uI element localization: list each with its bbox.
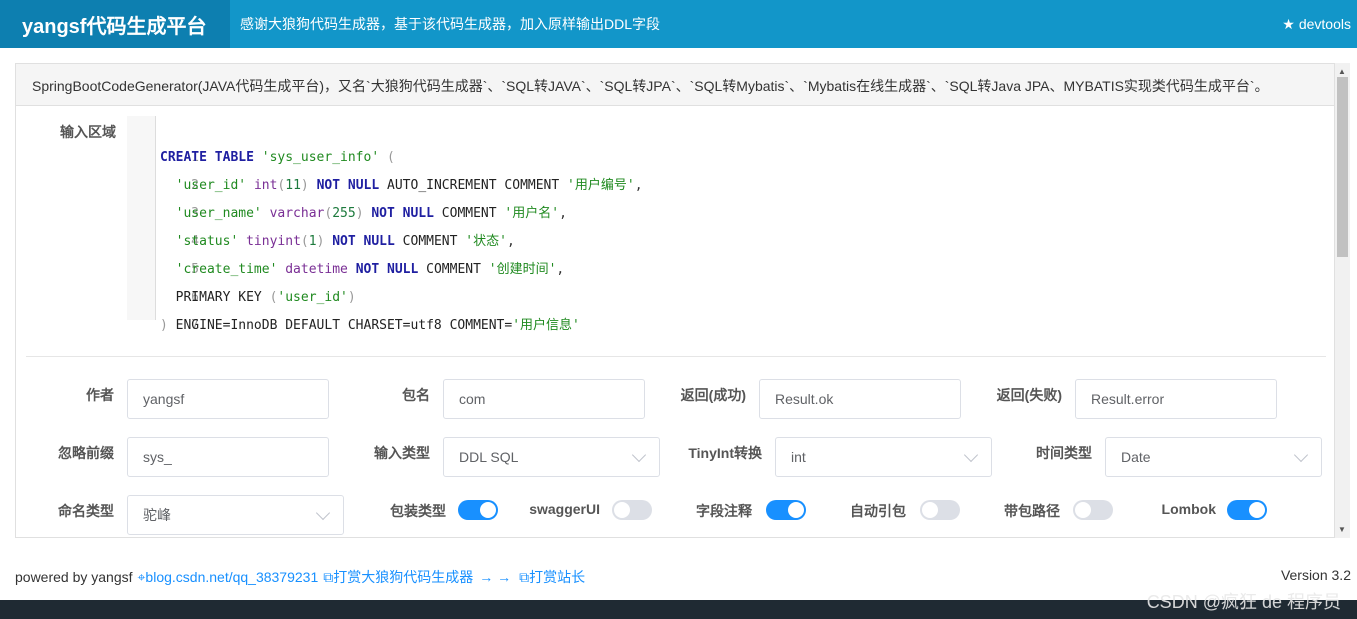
header-description: 感谢大狼狗代码生成器，基于该代码生成器，加入原样输出DDL字段: [240, 16, 661, 32]
code-line: 4 'status' tinyint(1) NOT NULL COMMENT '…: [175, 234, 515, 249]
package-path-label: 带包路径: [1004, 503, 1060, 519]
devtools-link[interactable]: ★ devtools: [1282, 16, 1351, 33]
package-path-toggle[interactable]: [1073, 500, 1113, 520]
scroll-thumb[interactable]: [1337, 77, 1348, 257]
author-input[interactable]: yangsf: [127, 379, 329, 419]
return-fail-label: 返回(失败): [996, 387, 1062, 403]
brand-title[interactable]: yangsf代码生成平台: [0, 0, 230, 48]
image-icon: ⧉: [323, 568, 334, 585]
lombok-toggle[interactable]: [1227, 500, 1267, 520]
watermark-text: CSDN @疯狂 de 程序员: [1146, 592, 1341, 612]
code-line: 1 CREATE TABLE 'sys_user_info' (: [160, 150, 395, 165]
code-line: 6 PRIMARY KEY ('user_id'): [175, 290, 356, 305]
tinyint-select[interactable]: int: [775, 437, 992, 477]
top-header: yangsf代码生成平台 感谢大狼狗代码生成器，基于该代码生成器，加入原样输出D…: [0, 0, 1357, 48]
blog-link[interactable]: blog.csdn.net/qq_38379231: [145, 569, 318, 585]
auto-import-label: 自动引包: [850, 503, 906, 519]
reward-owner-link[interactable]: 打赏站长: [529, 567, 585, 587]
return-success-label: 返回(成功): [680, 387, 746, 403]
field-comment-toggle[interactable]: [766, 500, 806, 520]
chevron-down-icon: [315, 505, 331, 520]
author-label: 作者: [86, 387, 114, 403]
auto-import-toggle[interactable]: [920, 500, 960, 520]
star-icon: ★: [1282, 15, 1295, 32]
time-type-select[interactable]: Date: [1105, 437, 1322, 477]
package-label: 包名: [402, 387, 430, 403]
field-comment-label: 字段注释: [696, 503, 752, 519]
package-input[interactable]: com: [443, 379, 645, 419]
scroll-up-icon[interactable]: ▲: [1338, 67, 1346, 76]
wrapper-type-label: 包装类型: [390, 503, 446, 519]
naming-type-label: 命名类型: [58, 503, 114, 519]
section-divider: [26, 356, 1326, 357]
naming-type-select[interactable]: 驼峰: [127, 495, 344, 535]
code-line: 7) ENGINE=InnoDB DEFAULT CHARSET=utf8 CO…: [160, 318, 580, 333]
ignore-prefix-input[interactable]: sys_: [127, 437, 329, 477]
ignore-prefix-label: 忽略前缀: [58, 445, 114, 461]
reward-dog-link[interactable]: 打赏大狼狗代码生成器: [333, 567, 473, 587]
main-panel: SpringBootCodeGenerator(JAVA代码生成平台)，又名`大…: [15, 63, 1335, 538]
chevron-down-icon: [631, 447, 647, 462]
powered-by-text: powered by yangsf: [15, 569, 133, 585]
code-line: 3 'user_name' varchar(255) NOT NULL COMM…: [175, 206, 567, 221]
return-fail-input[interactable]: Result.error: [1075, 379, 1277, 419]
chevron-down-icon: [1293, 447, 1309, 462]
code-line: 2 'user_id' int(11) NOT NULL AUTO_INCREM…: [175, 178, 643, 193]
swagger-label: swaggerUI: [529, 501, 600, 517]
location-pin-icon: ⌖: [137, 568, 146, 585]
chevron-down-icon: [963, 447, 979, 462]
time-type-label: 时间类型: [1036, 445, 1092, 461]
arrows-text: → →: [479, 569, 512, 585]
input-type-select[interactable]: DDL SQL: [443, 437, 660, 477]
image-icon: ⧉: [519, 568, 530, 585]
sql-code-editor[interactable]: 1 CREATE TABLE 'sys_user_info' ( 2 'user_…: [127, 116, 1317, 333]
devtools-label: devtools: [1298, 16, 1351, 32]
panel-intro: SpringBootCodeGenerator(JAVA代码生成平台)，又名`大…: [16, 64, 1334, 106]
tinyint-label: TinyInt转换: [688, 445, 762, 461]
return-success-input[interactable]: Result.ok: [759, 379, 961, 419]
code-line: 5 'create_time' datetime NOT NULL COMMEN…: [175, 262, 565, 277]
swagger-toggle[interactable]: [612, 500, 652, 520]
input-type-label: 输入类型: [374, 445, 430, 461]
version-text: Version 3.2: [1280, 567, 1351, 583]
wrapper-type-toggle[interactable]: [458, 500, 498, 520]
input-area-label: 输入区域: [60, 124, 116, 140]
lombok-label: Lombok: [1161, 501, 1216, 517]
scroll-down-icon[interactable]: ▼: [1338, 525, 1346, 534]
panel-scrollbar[interactable]: ▲ ▼: [1335, 63, 1350, 538]
